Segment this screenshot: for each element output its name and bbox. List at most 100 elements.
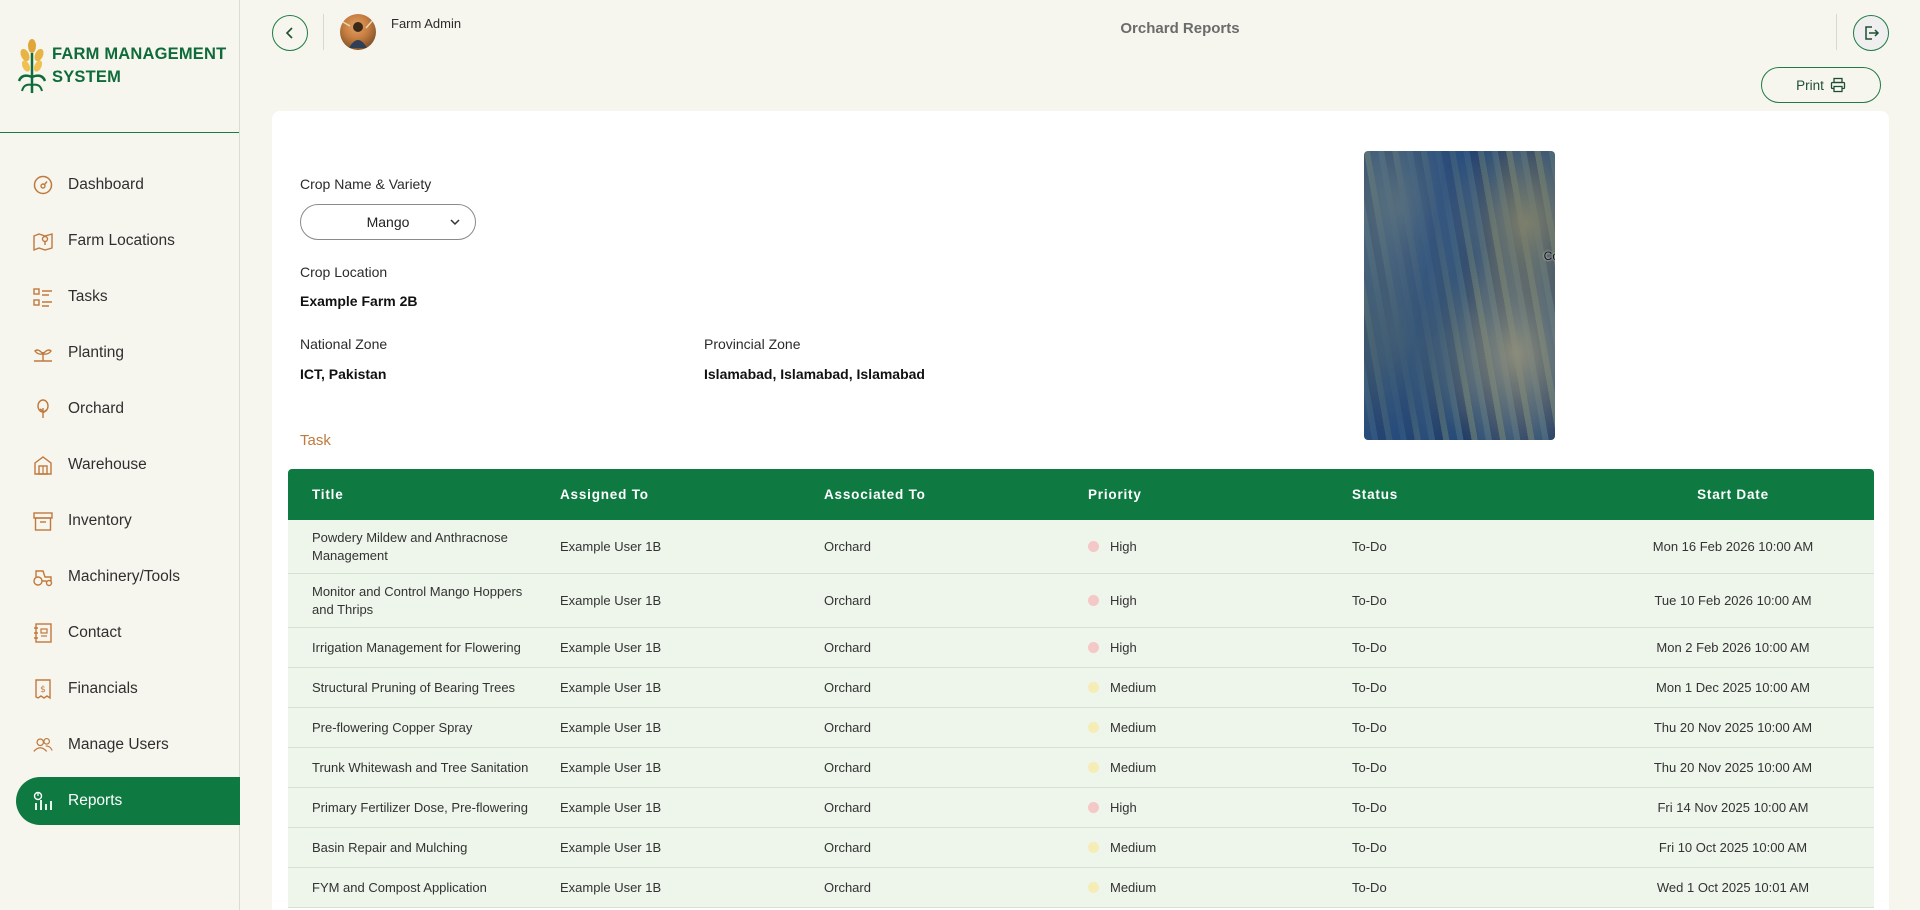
sidebar-item-inventory[interactable]: Inventory bbox=[16, 497, 240, 545]
cell-priority: Medium bbox=[1064, 720, 1328, 735]
print-label: Print bbox=[1796, 77, 1824, 93]
cell-assigned: Example User 1B bbox=[560, 800, 662, 815]
avatar[interactable] bbox=[340, 14, 376, 50]
cell-title: Trunk Whitewash and Tree Sanitation bbox=[312, 759, 529, 775]
cell-status: To-Do bbox=[1352, 880, 1387, 895]
cell-assigned: Example User 1B bbox=[560, 760, 662, 775]
table-row[interactable]: Basin Repair and Mulching Example User 1… bbox=[288, 828, 1874, 868]
cell-priority: Medium bbox=[1064, 760, 1328, 775]
sidebar-item-machinery-tools[interactable]: Machinery/Tools bbox=[16, 553, 240, 601]
svg-text:$: $ bbox=[40, 685, 46, 695]
cell-assigned: Example User 1B bbox=[560, 593, 662, 608]
sidebar-item-dashboard[interactable]: Dashboard bbox=[16, 161, 240, 209]
national-zone-label: National Zone bbox=[300, 336, 388, 352]
satellite-map[interactable]: Co bbox=[1364, 151, 1555, 440]
table-row[interactable]: FYM and Compost Application Example User… bbox=[288, 868, 1874, 908]
archive-box-icon bbox=[32, 510, 54, 532]
priority-dot-icon bbox=[1088, 842, 1099, 853]
brand-line-2: SYSTEM bbox=[52, 68, 122, 86]
chevron-down-icon bbox=[450, 219, 460, 226]
column-header-title[interactable]: Title bbox=[288, 486, 536, 504]
priority-label: Medium bbox=[1110, 760, 1157, 775]
priority-label: Medium bbox=[1110, 720, 1157, 735]
sidebar-item-label: Orchard bbox=[68, 400, 124, 417]
cell-start-date: Thu 20 Nov 2025 10:00 AM bbox=[1653, 720, 1813, 735]
sidebar-item-label: Farm Locations bbox=[68, 232, 175, 249]
cell-title: Basin Repair and Mulching bbox=[312, 839, 468, 855]
national-zone-value: ICT, Pakistan bbox=[300, 366, 387, 382]
cell-assigned: Example User 1B bbox=[560, 880, 662, 895]
cell-title: Structural Pruning of Bearing Trees bbox=[312, 679, 516, 695]
brand-name: FARM MANAGEMENT SYSTEM bbox=[52, 43, 226, 89]
sidebar-item-contact[interactable]: Contact bbox=[16, 609, 240, 657]
table-row[interactable]: Irrigation Management for Flowering Exam… bbox=[288, 628, 1874, 668]
priority-label: High bbox=[1110, 539, 1137, 554]
table-row[interactable]: Primary Fertilizer Dose, Pre-flowering E… bbox=[288, 788, 1874, 828]
table-row[interactable]: Powdery Mildew and Anthracnose Managemen… bbox=[288, 520, 1874, 574]
priority-label: High bbox=[1110, 640, 1137, 655]
sidebar-item-farm-locations[interactable]: Farm Locations bbox=[16, 217, 240, 265]
task-list-icon bbox=[32, 286, 54, 308]
crop-location-value: Example Farm 2B bbox=[300, 293, 418, 309]
table-row[interactable]: Monitor and Control Mango Hoppers and Th… bbox=[288, 574, 1874, 628]
brand[interactable]: FARM MANAGEMENT SYSTEM bbox=[0, 0, 239, 133]
sidebar-item-manage-users[interactable]: Manage Users bbox=[16, 721, 240, 769]
cell-status: To-Do bbox=[1352, 760, 1387, 775]
cell-start-date: Tue 10 Feb 2026 10:00 AM bbox=[1654, 593, 1812, 608]
top-header: Farm Admin Orchard Reports bbox=[240, 0, 1920, 64]
crop-select[interactable]: Mango bbox=[300, 204, 476, 240]
priority-dot-icon bbox=[1088, 762, 1099, 773]
sidebar-item-reports[interactable]: Reports bbox=[16, 777, 240, 825]
cell-title: Irrigation Management for Flowering bbox=[312, 639, 521, 655]
column-header-status[interactable]: Status bbox=[1328, 487, 1592, 502]
cell-start-date: Thu 20 Nov 2025 10:00 AM bbox=[1653, 760, 1813, 775]
cell-start-date: Wed 1 Oct 2025 10:01 AM bbox=[1656, 880, 1810, 895]
sprout-icon bbox=[32, 342, 54, 364]
sidebar-nav: Dashboard Farm Locations Tasks Planting … bbox=[16, 161, 240, 833]
contact-book-icon bbox=[32, 622, 54, 644]
cell-priority: Medium bbox=[1064, 840, 1328, 855]
cell-title: Powdery Mildew and Anthracnose Managemen… bbox=[312, 529, 508, 563]
cell-start-date: Mon 16 Feb 2026 10:00 AM bbox=[1652, 539, 1814, 554]
sidebar-item-planting[interactable]: Planting bbox=[16, 329, 240, 377]
column-header-associated-to[interactable]: Associated To bbox=[800, 487, 1064, 502]
cell-assigned: Example User 1B bbox=[560, 680, 662, 695]
cell-assigned: Example User 1B bbox=[560, 640, 662, 655]
page-title: Orchard Reports bbox=[1120, 20, 1240, 37]
cell-priority: Medium bbox=[1064, 880, 1328, 895]
column-header-priority[interactable]: Priority bbox=[1064, 487, 1328, 502]
cell-priority: High bbox=[1064, 539, 1328, 554]
printer-icon bbox=[1830, 77, 1846, 93]
cell-associated: Orchard bbox=[824, 880, 871, 895]
priority-dot-icon bbox=[1088, 541, 1099, 552]
report-chart-icon bbox=[32, 790, 54, 812]
print-button[interactable]: Print bbox=[1761, 67, 1881, 103]
table-row[interactable]: Structural Pruning of Bearing Trees Exam… bbox=[288, 668, 1874, 708]
warehouse-icon bbox=[32, 454, 54, 476]
cell-status: To-Do bbox=[1352, 640, 1387, 655]
sidebar-item-warehouse[interactable]: Warehouse bbox=[16, 441, 240, 489]
sidebar-item-label: Tasks bbox=[68, 288, 108, 305]
sidebar-item-financials[interactable]: $ Financials bbox=[16, 665, 240, 713]
sidebar-item-label: Dashboard bbox=[68, 176, 144, 193]
column-header-assigned-to[interactable]: Assigned To bbox=[536, 487, 800, 502]
sidebar-item-orchard[interactable]: Orchard bbox=[16, 385, 240, 433]
column-header-start-date[interactable]: Start Date bbox=[1592, 487, 1874, 502]
cell-start-date: Fri 14 Nov 2025 10:00 AM bbox=[1657, 800, 1809, 815]
cell-assigned: Example User 1B bbox=[560, 720, 662, 735]
map-label: Co bbox=[1543, 249, 1555, 263]
logout-button[interactable] bbox=[1853, 15, 1889, 51]
cell-status: To-Do bbox=[1352, 680, 1387, 695]
table-row[interactable]: Trunk Whitewash and Tree Sanitation Exam… bbox=[288, 748, 1874, 788]
back-button[interactable] bbox=[272, 15, 308, 51]
cell-priority: High bbox=[1064, 800, 1328, 815]
sidebar-item-tasks[interactable]: Tasks bbox=[16, 273, 240, 321]
cell-associated: Orchard bbox=[824, 760, 871, 775]
cell-associated: Orchard bbox=[824, 539, 871, 554]
priority-dot-icon bbox=[1088, 642, 1099, 653]
brand-line-1: FARM MANAGEMENT bbox=[52, 45, 227, 63]
table-row[interactable]: Pre-flowering Copper Spray Example User … bbox=[288, 708, 1874, 748]
cell-associated: Orchard bbox=[824, 720, 871, 735]
priority-dot-icon bbox=[1088, 802, 1099, 813]
header-divider bbox=[1836, 14, 1837, 50]
